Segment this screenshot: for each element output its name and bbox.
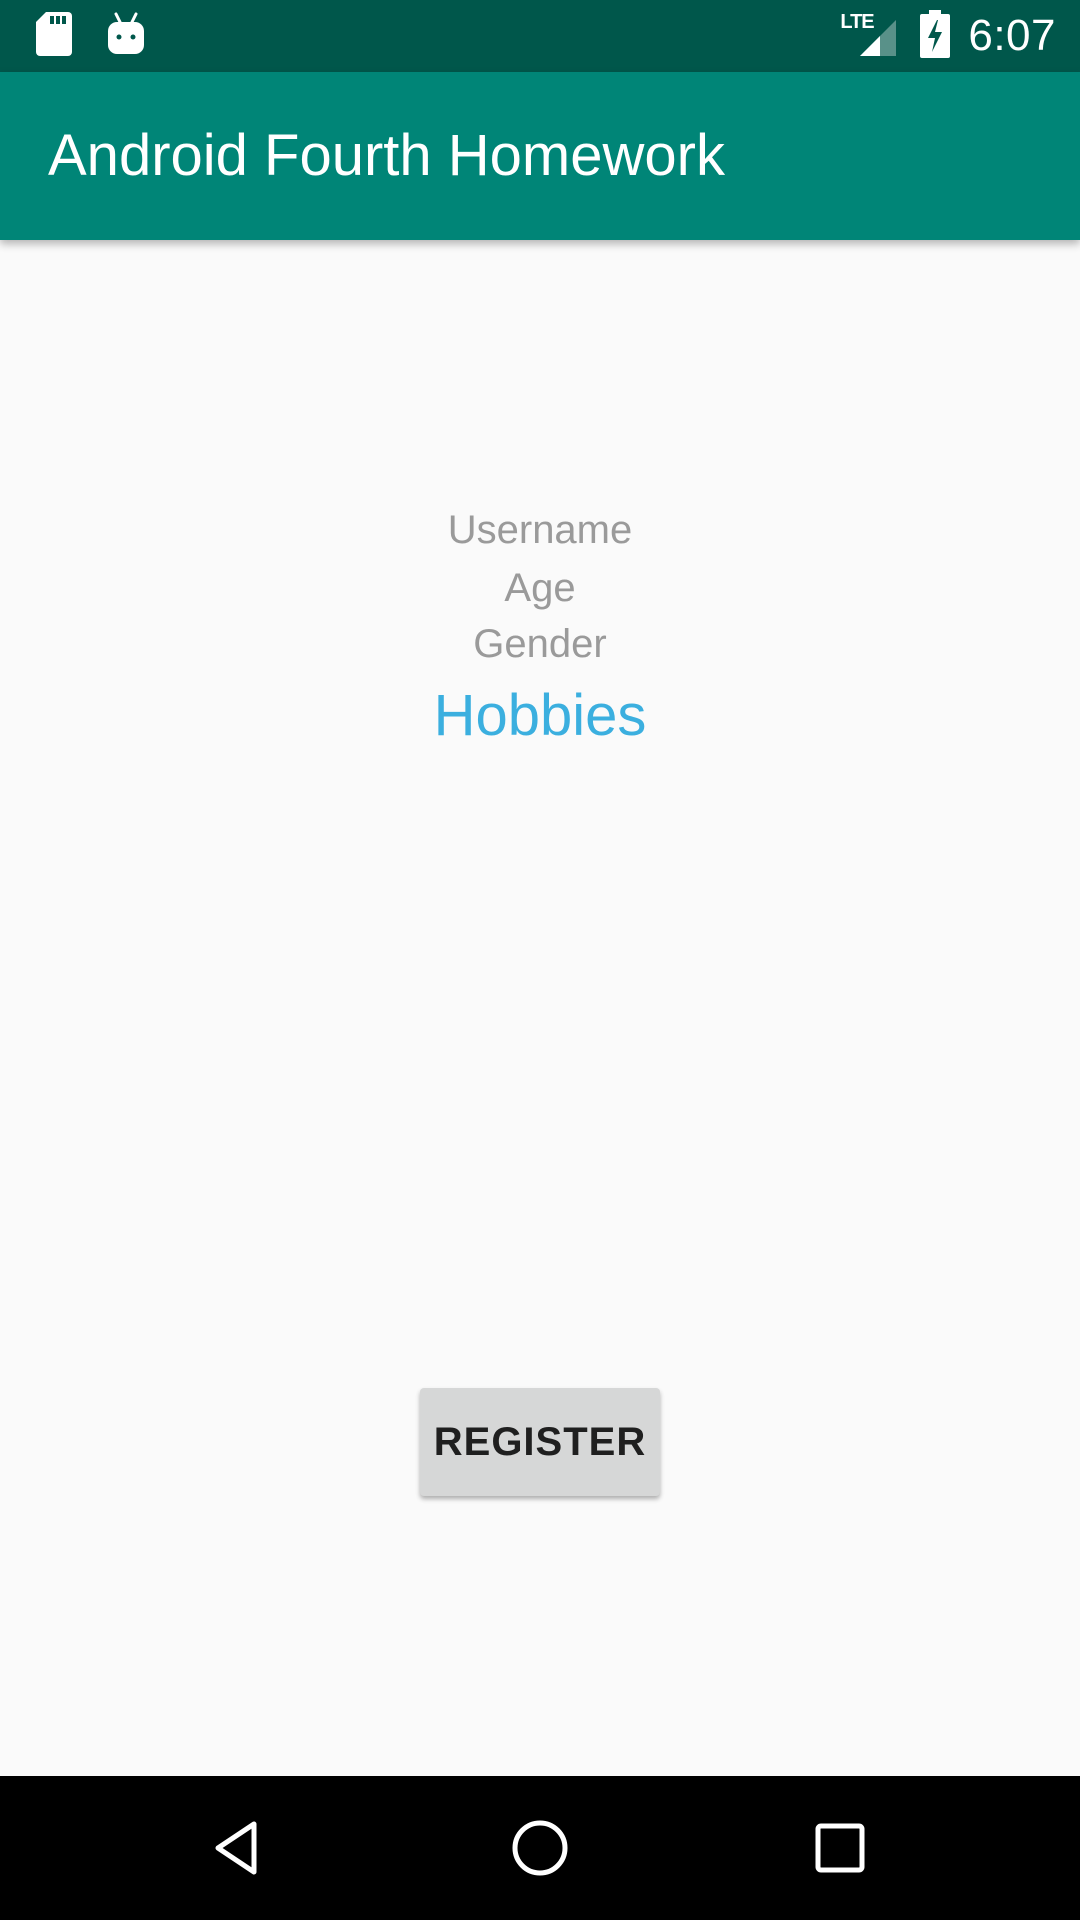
- back-icon: [215, 1821, 257, 1875]
- hobbies-label[interactable]: Hobbies: [0, 678, 1080, 754]
- home-button[interactable]: [504, 1812, 576, 1884]
- register-button[interactable]: REGISTER: [420, 1388, 660, 1496]
- age-label[interactable]: Age: [0, 560, 1080, 616]
- sd-card-icon: [36, 11, 72, 61]
- back-button[interactable]: [204, 1812, 276, 1884]
- username-label[interactable]: Username: [0, 502, 1080, 558]
- status-bar: LTE 6:07: [0, 0, 1080, 72]
- app-bar: Android Fourth Homework: [0, 72, 1080, 240]
- status-notifications: [36, 11, 144, 61]
- home-icon: [512, 1820, 568, 1876]
- recents-icon: [815, 1823, 865, 1873]
- main-content: Username Age Gender Hobbies REGISTER: [0, 240, 1080, 1776]
- gender-label[interactable]: Gender: [0, 616, 1080, 672]
- app-title: Android Fourth Homework: [48, 123, 725, 188]
- android-icon: [108, 12, 144, 61]
- recents-button[interactable]: [804, 1812, 876, 1884]
- status-clock: 6:07: [968, 11, 1056, 60]
- lte-signal-icon: LTE: [840, 12, 897, 60]
- battery-charging-icon: [920, 9, 951, 63]
- status-system-icons: LTE 6:07: [840, 0, 1056, 72]
- navigation-bar: [0, 1776, 1080, 1920]
